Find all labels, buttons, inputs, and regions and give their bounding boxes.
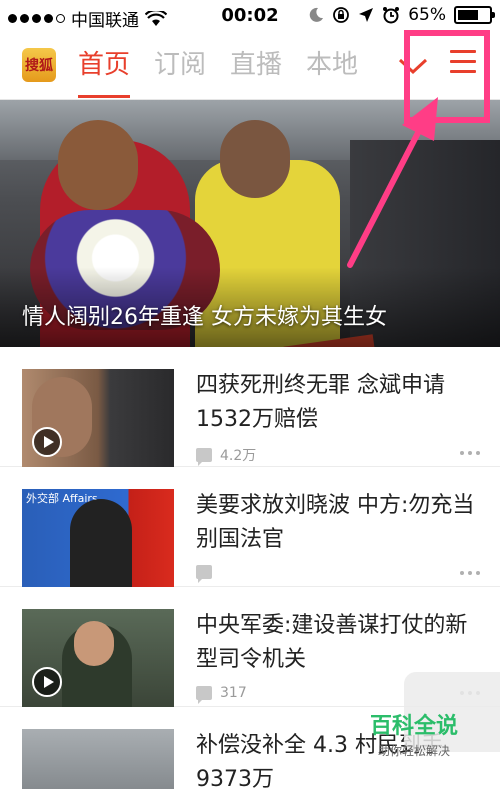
comment-icon <box>196 686 212 704</box>
news-thumbnail <box>22 729 174 789</box>
more-options-icon[interactable] <box>460 451 480 455</box>
tab-home[interactable]: 首页 <box>78 46 131 98</box>
video-play-icon <box>32 427 62 457</box>
battery-percent: 65% <box>408 5 446 25</box>
news-item[interactable]: 四获死刑终无罪 念斌申请1532万赔偿 4.2万 <box>0 347 500 467</box>
news-title[interactable]: 四获死刑终无罪 念斌申请1532万赔偿 <box>196 369 486 437</box>
news-title[interactable]: 美要求放刘晓波 中方:勿充当别国法官 <box>196 489 486 557</box>
status-bar: 中国联通 00:02 65% <box>0 0 500 32</box>
rotation-lock-icon <box>333 7 350 23</box>
headline-caption[interactable]: 情人阔别26年重逢 女方未嫁为其生女 <box>22 299 387 331</box>
news-title[interactable]: 中央军委:建设善谋打仗的新型司令机关 <box>196 609 486 677</box>
app-logo[interactable]: 搜狐 <box>22 48 56 82</box>
menu-button[interactable] <box>450 50 476 76</box>
comment-count: 4.2万 <box>220 448 257 464</box>
location-arrow-icon <box>359 8 374 22</box>
news-thumbnail <box>22 609 174 707</box>
tab-subscribe[interactable]: 订阅 <box>154 46 206 98</box>
moon-icon <box>309 7 324 22</box>
headline-banner[interactable]: 情人阔别26年重逢 女方未嫁为其生女 <box>0 100 500 347</box>
news-item[interactable]: 外交部 Affairs 美要求放刘晓波 中方:勿充当别国法官 <box>0 467 500 587</box>
news-thumbnail: 外交部 Affairs <box>22 489 174 587</box>
expand-channels-icon[interactable] <box>398 56 428 76</box>
more-options-icon[interactable] <box>460 571 480 575</box>
comment-icon <box>196 448 212 466</box>
tab-local[interactable]: 本地 <box>306 46 358 98</box>
alarm-icon <box>383 7 400 24</box>
video-play-icon <box>32 667 62 697</box>
top-navigation: 搜狐 首页 订阅 直播 本地 <box>0 32 500 100</box>
battery-icon <box>454 6 495 24</box>
comment-count: 317 <box>220 685 247 701</box>
tab-live[interactable]: 直播 <box>230 46 282 98</box>
comment-icon <box>196 565 212 583</box>
floating-overlay <box>404 672 500 752</box>
news-thumbnail <box>22 369 174 467</box>
channel-tabs: 首页 订阅 直播 本地 <box>78 46 382 98</box>
